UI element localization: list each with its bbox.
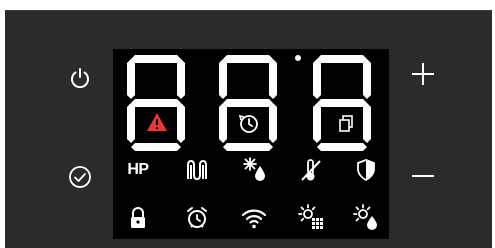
segment-d: [317, 143, 367, 151]
alarm-clock-icon: [180, 201, 214, 235]
decrease-button[interactable]: [405, 158, 441, 194]
thermostat-panel: HP: [5, 10, 492, 248]
temperature-off-icon: [294, 153, 328, 187]
minus-icon: [409, 162, 437, 190]
segment-c: [363, 103, 371, 143]
seven-segment-digits: [127, 55, 371, 151]
heater-coil-icon: [180, 153, 214, 187]
segment-g: [131, 99, 181, 107]
segment-f: [313, 59, 321, 99]
defrost-icon: [238, 152, 272, 186]
check-circle-icon: [68, 165, 92, 189]
hp-indicator: HP: [121, 153, 155, 187]
segment-e: [219, 103, 227, 143]
plus-icon: [409, 60, 437, 88]
timer-icon: [238, 113, 260, 139]
lock-icon: [121, 201, 155, 235]
segment-c: [177, 103, 185, 143]
segment-e: [313, 103, 321, 143]
power-button[interactable]: [62, 60, 98, 96]
shield-icon: [349, 153, 383, 187]
segment-a: [223, 55, 273, 63]
confirm-button[interactable]: [62, 159, 98, 195]
segment-a: [317, 55, 367, 63]
digit-1: [127, 55, 185, 151]
segment-e: [127, 103, 135, 143]
light-drop-icon: [349, 200, 383, 234]
segment-d: [223, 143, 273, 151]
segment-b: [363, 59, 371, 99]
lcd-display: HP: [113, 49, 389, 239]
hp-label: HP: [127, 161, 149, 178]
increase-button[interactable]: [405, 56, 441, 92]
power-icon: [68, 66, 92, 90]
segment-b: [177, 59, 185, 99]
segment-d: [131, 143, 181, 151]
light-grid-icon: [294, 200, 328, 234]
alarm-warning-icon: [146, 112, 168, 136]
segment-b: [269, 59, 277, 99]
segment-a: [131, 55, 181, 63]
wifi-icon: [237, 201, 271, 235]
segment-g: [317, 99, 367, 107]
segment-g: [223, 99, 273, 107]
segment-f: [127, 59, 135, 99]
copy-icon: [338, 115, 354, 137]
decimal-point: [295, 55, 301, 61]
segment-f: [219, 59, 227, 99]
segment-c: [269, 103, 277, 143]
